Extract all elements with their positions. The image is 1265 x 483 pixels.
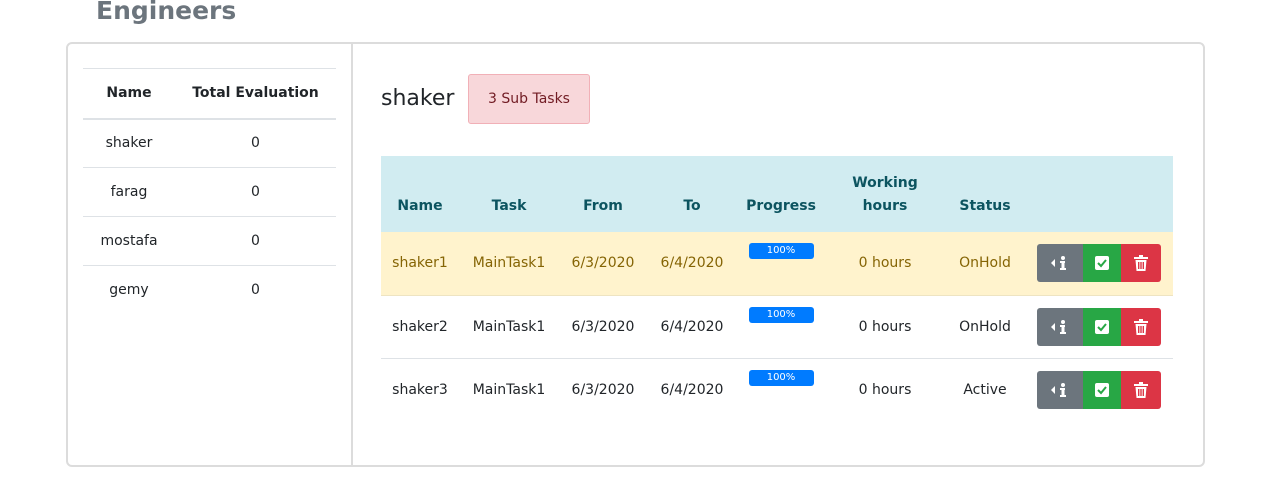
subtask-to: 6/4/2020 [647,232,737,296]
subtask-task: MainTask1 [459,295,559,359]
engineers-header-name: Name [83,68,175,120]
panel-divider [351,44,353,465]
info-icon [1051,382,1066,397]
subtask-name: shaker3 [392,381,448,398]
delete-button[interactable] [1121,370,1161,409]
action-button-group [1037,307,1161,346]
engineer-row[interactable]: farag 0 [83,167,336,217]
engineer-name[interactable]: farag [83,167,175,217]
header-task: Task [491,198,527,214]
subtask-hours: 0 hours [825,295,945,359]
engineer-total: 0 [251,282,260,299]
trash-icon [1134,255,1148,272]
subtask-progress-cell: 100% [737,358,825,421]
check-square-icon [1095,256,1109,271]
subtask-row[interactable]: shaker3 MainTask1 6/3/2020 6/4/2020 100%… [381,358,1173,421]
delete-button[interactable] [1121,307,1161,346]
engineers-table: Name Total Evaluation shaker 0 farag 0 m… [83,68,336,315]
subtask-actions [1025,232,1173,296]
subtasks-count-badge: 3 Sub Tasks [468,74,590,124]
subtask-actions [1025,295,1173,359]
header-name: Name [397,198,443,214]
engineers-header-row: Name Total Evaluation [83,68,336,120]
engineer-name[interactable]: shaker [83,118,175,168]
action-button-group [1037,244,1161,283]
header-from: From [583,198,623,214]
subtask-row[interactable]: shaker2 MainTask1 6/3/2020 6/4/2020 100%… [381,295,1173,359]
subtasks-table: Name Task From To Progress Working hours … [381,156,1173,421]
header-working-hours-line1: Working [852,175,918,191]
check-square-icon [1095,382,1109,397]
delete-button[interactable] [1121,244,1161,283]
info-button[interactable] [1037,307,1083,346]
subtask-row[interactable]: shaker1 MainTask1 6/3/2020 6/4/2020 100%… [381,232,1173,296]
complete-button[interactable] [1083,307,1121,346]
subtask-from: 6/3/2020 [559,232,647,296]
header-to: To [683,198,701,214]
subtask-task: MainTask1 [459,232,559,296]
progress-bar-fill: 100% [748,369,814,386]
header-status: Status [959,198,1011,214]
progress-bar-track: 100% [748,243,814,260]
trash-icon [1134,318,1148,335]
complete-button[interactable] [1083,244,1121,283]
subtask-actions [1025,358,1173,421]
progress-bar-fill: 100% [748,306,814,323]
subtask-to: 6/4/2020 [660,381,724,398]
trash-icon [1134,381,1148,398]
subtask-from: 6/3/2020 [571,381,635,398]
subtask-progress-cell: 100% [737,232,825,296]
subtask-hours: 0 hours [825,232,945,296]
header-working-hours: Working hours [825,156,945,232]
engineer-row[interactable]: shaker 0 [83,118,336,168]
engineer-row[interactable]: mostafa 0 [83,216,336,266]
subtask-status: OnHold [945,295,1025,359]
subtask-task: MainTask1 [472,381,546,398]
progress-bar-fill: 100% [748,243,814,260]
action-button-group [1037,370,1161,409]
page-title: Engineers [96,0,237,25]
engineers-card: Name Total Evaluation shaker 0 farag 0 m… [66,42,1205,467]
info-button[interactable] [1037,370,1083,409]
info-button[interactable] [1037,244,1083,283]
complete-button[interactable] [1083,370,1121,409]
engineer-total: 0 [175,216,336,266]
info-icon [1051,319,1066,334]
engineer-total: 0 [175,118,336,168]
subtask-from: 6/3/2020 [559,295,647,359]
info-icon [1051,256,1066,271]
subtask-status: OnHold [945,232,1025,296]
progress-bar-track: 100% [748,369,814,386]
header-progress: Progress [746,198,816,214]
subtask-status: Active [963,381,1007,398]
progress-bar-track: 100% [748,306,814,323]
engineers-header-total: Total Evaluation [175,68,336,120]
engineer-name[interactable]: gemy [83,266,175,315]
subtask-name: shaker2 [381,295,459,359]
subtask-to: 6/4/2020 [647,295,737,359]
engineer-name[interactable]: mostafa [83,216,175,266]
check-square-icon [1095,319,1109,334]
engineer-total: 0 [175,167,336,217]
header-working-hours-line2: hours [862,198,908,214]
subtask-hours: 0 hours [858,381,912,398]
subtask-progress-cell: 100% [737,295,825,359]
engineer-row[interactable]: gemy 0 [83,266,336,315]
subtasks-header-row: Name Task From To Progress Working hours … [381,156,1173,232]
detail-engineer-name: shaker [381,86,455,111]
subtask-name: shaker1 [381,232,459,296]
header-actions [1025,156,1173,232]
